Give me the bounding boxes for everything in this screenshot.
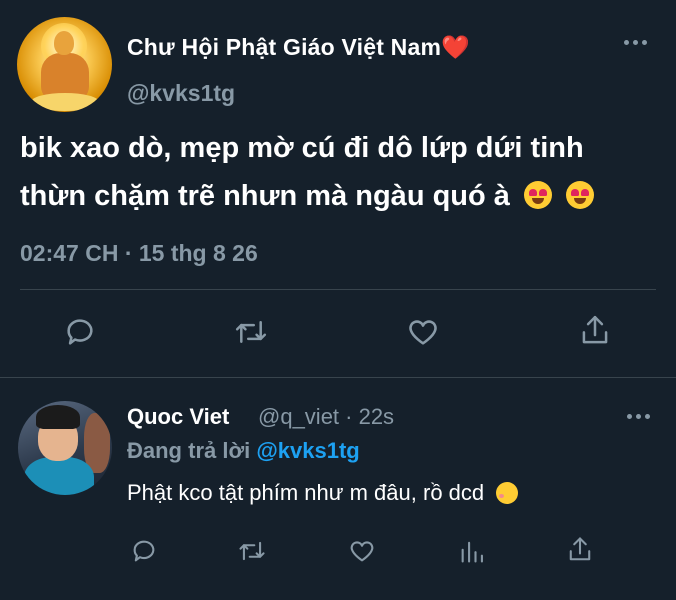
tweet-text-line-1: bik xao dò, mẹp mờ cú đi dô lứp dứi tinh (20, 132, 584, 164)
replying-to-mention[interactable]: @kvks1tg (256, 438, 359, 463)
reply-reply-icon[interactable] (130, 537, 158, 565)
tweet-text-line-2-content: thừn chặm trẽ nhưn mà ngàu quó à (20, 180, 510, 212)
more-options-icon[interactable] (624, 38, 648, 48)
display-name[interactable]: Chư Hội Phật Giáo Việt Nam❤️ (127, 34, 470, 61)
retweet-icon[interactable] (233, 315, 269, 349)
tweet-text-line-2: thừn chặm trẽ nhưn mà ngàu quó à (20, 172, 670, 220)
divider (20, 289, 656, 290)
reply-display-name[interactable]: Quoc Viet (127, 404, 229, 430)
reply-retweet-icon[interactable] (237, 537, 267, 565)
reply-text: Phật kco tật phím như m đâu, rồ dcd (127, 480, 519, 506)
tweet-text: bik xao dò, mẹp mờ cú đi dô lứp dứi tinh… (20, 124, 670, 220)
reply-avatar[interactable] (18, 401, 112, 495)
heart-eyes-emoji-icon (523, 181, 552, 209)
replying-to-prefix: Đang trả lời (127, 438, 251, 463)
tweet-timestamp[interactable]: 02:47 CH · 15 thg 8 26 (20, 240, 258, 267)
replying-to: Đang trả lời @kvks1tg (127, 438, 360, 464)
shirt-shape (24, 457, 94, 495)
reply-more-options-icon[interactable] (627, 412, 651, 422)
user-handle[interactable]: @kvks1tg (127, 80, 235, 107)
avatar[interactable] (17, 17, 112, 112)
heart-eyes-emoji-icon (566, 181, 595, 209)
heart-emoji: ❤️ (441, 34, 470, 60)
buddha-head-shape (54, 31, 74, 55)
main-tweet[interactable]: Chư Hội Phật Giáo Việt Nam❤️ @kvks1tg bi… (0, 0, 676, 378)
like-icon[interactable] (406, 315, 440, 349)
smiling-hearts-emoji-icon (496, 482, 519, 504)
reply-share-icon[interactable] (566, 535, 594, 565)
display-name-text: Chư Hội Phật Giáo Việt Nam (127, 34, 442, 60)
reply-handle-time[interactable]: @q_viet · 22s (258, 404, 394, 430)
lotus-shape (31, 93, 99, 111)
share-icon[interactable] (578, 313, 612, 349)
reply-icon[interactable] (63, 315, 97, 349)
reply-analytics-icon[interactable] (458, 537, 486, 565)
reply-text-content: Phật kco tật phím như m đâu, rồ dcd (127, 480, 485, 505)
reply-like-icon[interactable] (348, 537, 376, 565)
hair-shape (36, 405, 80, 429)
